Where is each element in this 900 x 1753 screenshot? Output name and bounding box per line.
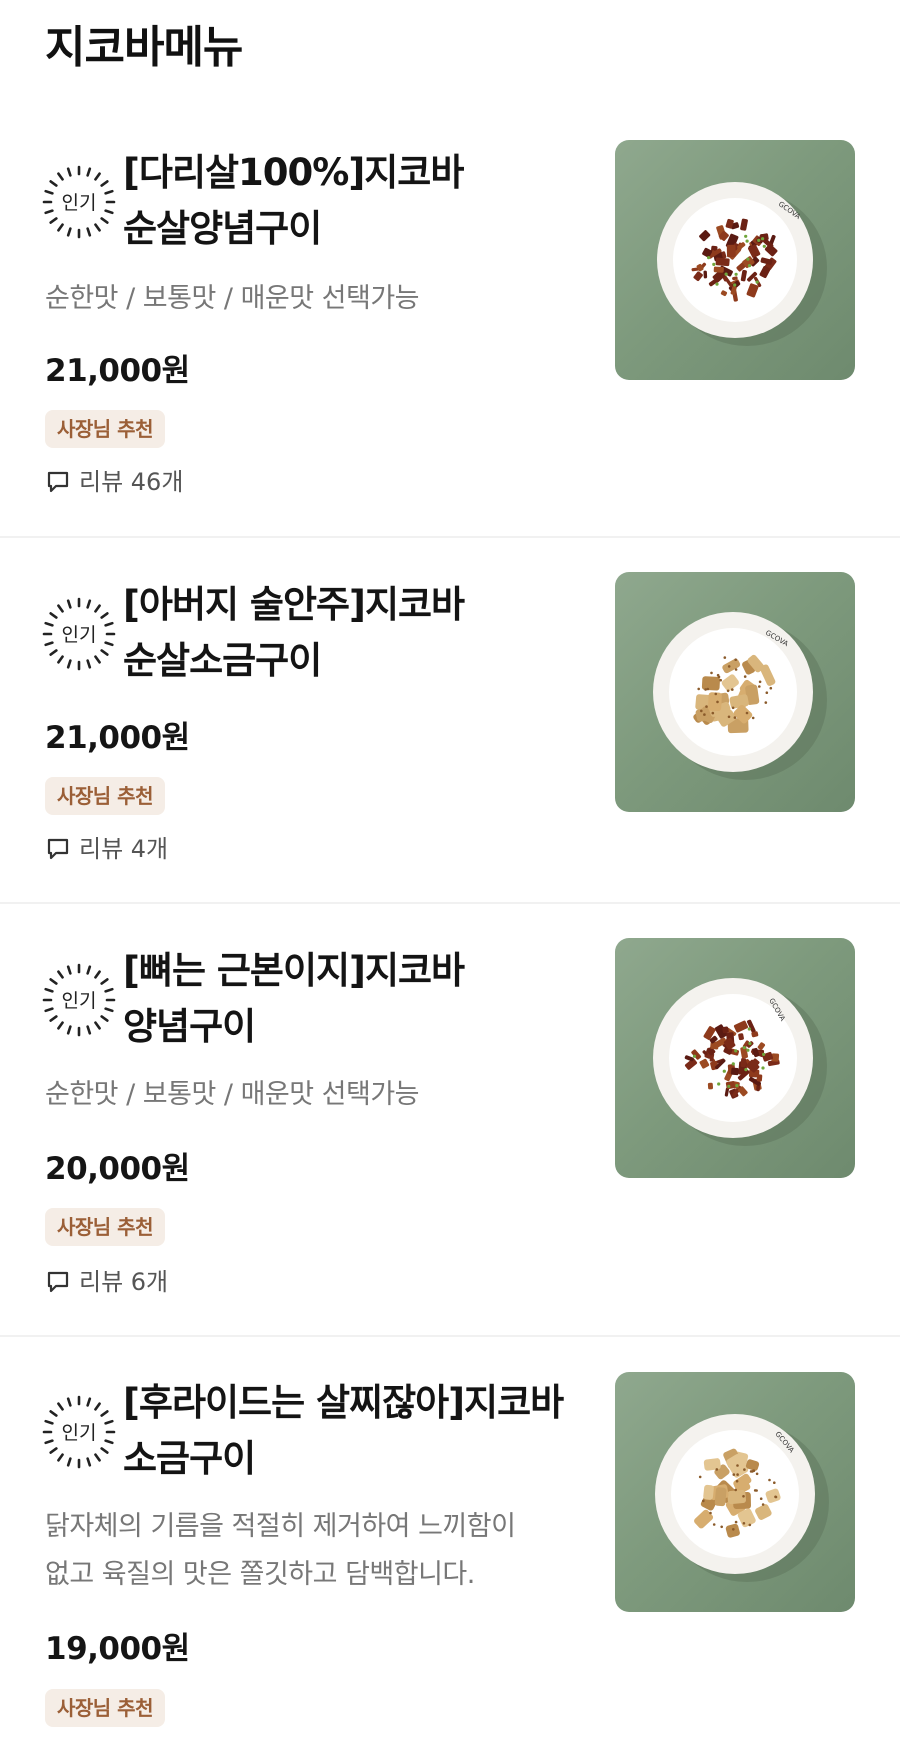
- item-name-line2: 소금구이: [123, 1437, 256, 1480]
- item-name-line2: 순살양념구이: [123, 207, 322, 250]
- review-count: 리뷰 6개: [45, 1265, 168, 1299]
- review-count: 리뷰 46개: [45, 465, 183, 499]
- item-description-line2: 없고 육질의 맛은 쫄깃하고 담백합니다.: [45, 1559, 475, 1590]
- item-name: [다리살100%]지코바 순살양념구이: [123, 145, 593, 257]
- item-name: [아버지 술안주]지코바 순살소금구이: [123, 577, 593, 689]
- chat-bubble-icon: [45, 469, 71, 495]
- item-description: 순한맛 / 보통맛 / 매운맛 선택가능: [45, 283, 420, 314]
- menu-item[interactable]: 인기 [후라이드는 살찌잖아]지코바 소금구이 닭자체의 기름을 적절히 제거하…: [0, 1365, 900, 1753]
- owner-recommend-badge: 사장님 추천: [45, 1689, 165, 1727]
- review-count: 리뷰 4개: [45, 832, 168, 866]
- item-name-line2: 순살소금구이: [123, 639, 322, 682]
- divider: [0, 1335, 900, 1337]
- owner-recommend-badge: 사장님 추천: [45, 410, 165, 448]
- menu-thumbnail[interactable]: GCOVA: [615, 572, 855, 812]
- divider: [0, 902, 900, 904]
- menu-thumbnail[interactable]: GCOVA: [615, 1372, 855, 1612]
- owner-recommend-badge: 사장님 추천: [45, 777, 165, 815]
- item-name: [후라이드는 살찌잖아]지코바 소금구이: [123, 1375, 613, 1487]
- menu-item[interactable]: 인기 [다리살100%]지코바 순살양념구이 순한맛 / 보통맛 / 매운맛 선…: [0, 135, 900, 535]
- item-name: [뼈는 근본이지]지코바 양념구이: [123, 943, 593, 1055]
- popular-label: 인기: [62, 624, 97, 646]
- chat-bubble-icon: [45, 836, 71, 862]
- popular-badge-icon: 인기: [42, 963, 116, 1037]
- menu-thumbnail[interactable]: GCOVA: [615, 938, 855, 1178]
- popular-badge-icon: 인기: [42, 165, 116, 239]
- popular-label: 인기: [62, 990, 97, 1012]
- item-description: 닭자체의 기름을 적절히 제거하여 느끼함이 없고 육질의 맛은 쫄깃하고 담백…: [45, 1503, 575, 1599]
- owner-recommend-badge: 사장님 추천: [45, 1208, 165, 1246]
- review-count-text: 리뷰 6개: [79, 1268, 169, 1296]
- menu-thumbnail[interactable]: GCOVA: [615, 140, 855, 380]
- item-price: 20,000원: [45, 1151, 190, 1187]
- item-price: 19,000원: [45, 1631, 190, 1667]
- menu-item[interactable]: 인기 [뼈는 근본이지]지코바 양념구이 순한맛 / 보통맛 / 매운맛 선택가…: [0, 933, 900, 1333]
- item-name-line2: 양념구이: [123, 1005, 256, 1048]
- item-name-line1: [뼈는 근본이지]지코바: [123, 949, 465, 992]
- item-description: 순한맛 / 보통맛 / 매운맛 선택가능: [45, 1079, 420, 1110]
- popular-label: 인기: [62, 192, 97, 214]
- popular-badge-icon: 인기: [42, 597, 116, 671]
- item-name-line1: [아버지 술안주]지코바: [123, 583, 465, 626]
- review-count-text: 리뷰 46개: [79, 468, 184, 496]
- item-name-line1: [후라이드는 살찌잖아]지코바: [123, 1381, 564, 1424]
- item-price: 21,000원: [45, 353, 190, 389]
- item-name-line1: [다리살100%]지코바: [123, 151, 464, 194]
- menu-item[interactable]: 인기 [아버지 술안주]지코바 순살소금구이 21,000원 사장님 추천 리뷰…: [0, 567, 900, 897]
- item-price: 21,000원: [45, 720, 190, 756]
- divider: [0, 536, 900, 538]
- review-count-text: 리뷰 4개: [79, 835, 169, 863]
- page-title: 지코바메뉴: [45, 22, 243, 73]
- popular-label: 인기: [62, 1422, 97, 1444]
- popular-badge-icon: 인기: [42, 1395, 116, 1469]
- item-description-line1: 닭자체의 기름을 적절히 제거하여 느끼함이: [45, 1511, 516, 1542]
- chat-bubble-icon: [45, 1269, 71, 1295]
